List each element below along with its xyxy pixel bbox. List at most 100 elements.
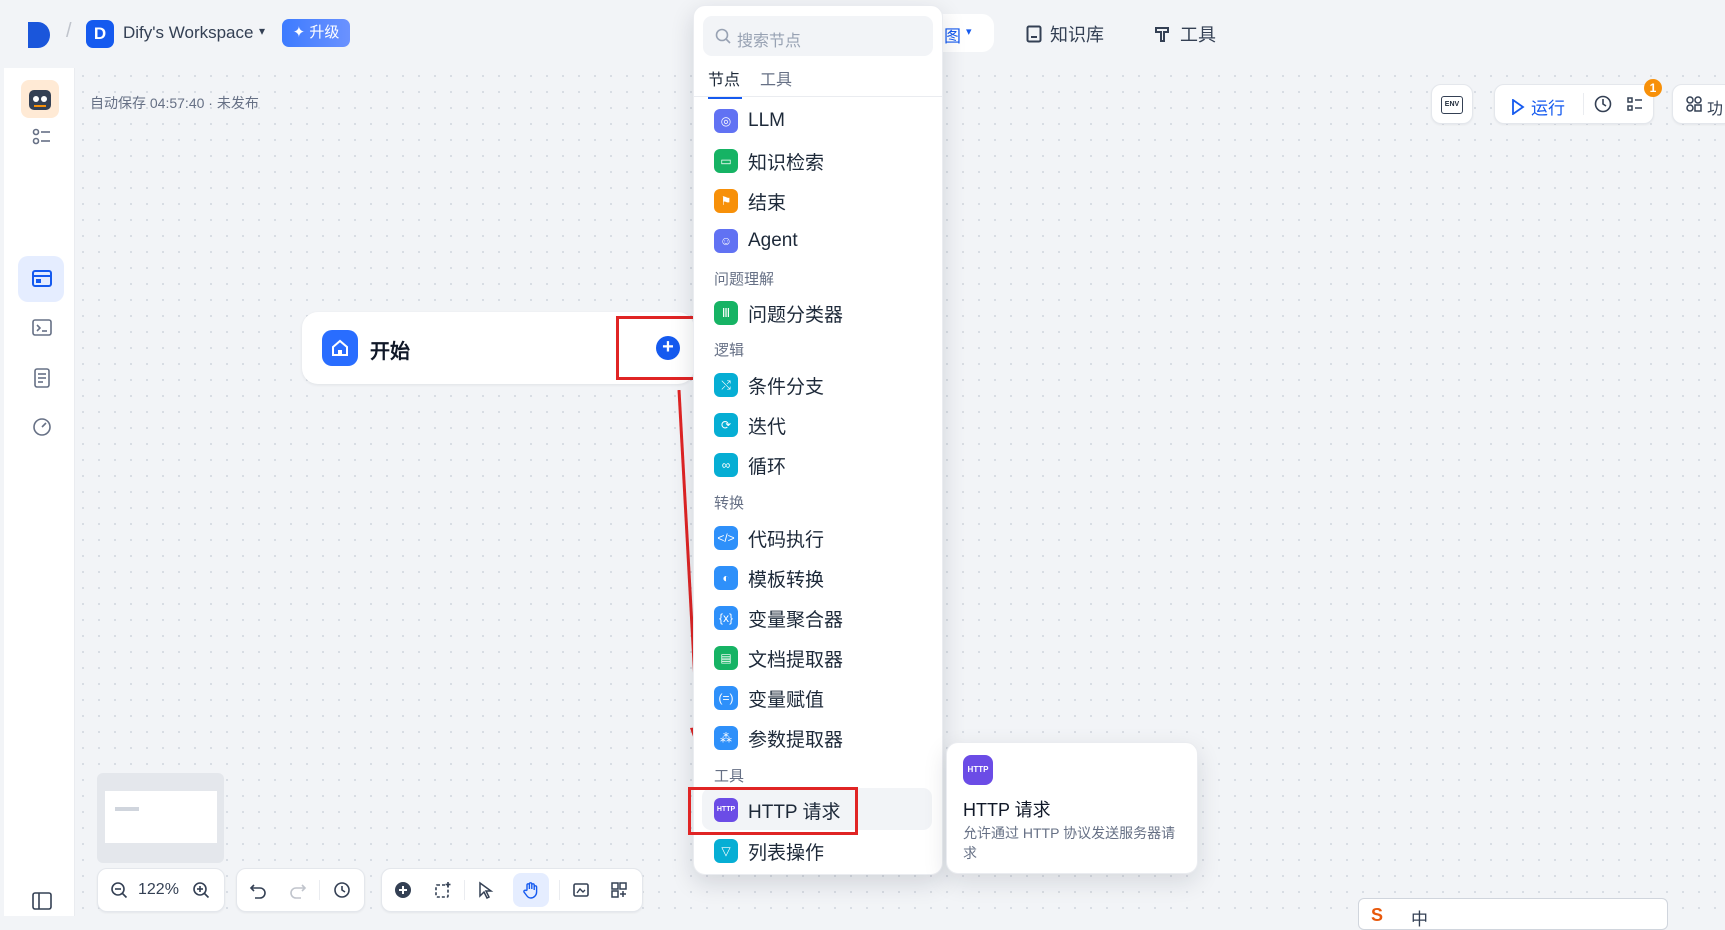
zoom-control: 122%: [97, 868, 225, 912]
tab-nodes[interactable]: 节点: [708, 66, 743, 99]
document-icon[interactable]: [31, 367, 53, 389]
list-item-docextract[interactable]: ▤ 文档提取器: [714, 642, 843, 674]
nav-tools-label: 工具: [1180, 25, 1216, 45]
list-item-loop[interactable]: ∞ 循环: [714, 449, 786, 481]
features-button[interactable]: 功: [1672, 84, 1725, 124]
home-icon: [322, 330, 358, 366]
section-transform: 转换: [714, 495, 745, 512]
section-tools: 工具: [714, 768, 745, 785]
book-open-icon: ▭: [714, 149, 738, 173]
flag-icon: ⚑: [714, 189, 738, 213]
play-icon: [1512, 98, 1525, 115]
list-item-classifier[interactable]: Ⅲ 问题分类器: [714, 297, 843, 329]
item-label: 参数提取器: [748, 729, 844, 751]
minimap-node: [115, 807, 139, 811]
divider: [694, 96, 942, 97]
nav-tools[interactable]: 工具: [1154, 21, 1216, 47]
run-button[interactable]: 运行: [1511, 94, 1565, 119]
variable-icon: {x}: [714, 606, 738, 630]
features-label: 功: [1707, 101, 1724, 118]
zoom-level[interactable]: 122%: [138, 881, 179, 899]
organize-blocks-icon[interactable]: [610, 881, 628, 899]
autosave-status: 自动保存 04:57:40 · 未发布: [90, 95, 259, 111]
list-item-ifelse[interactable]: ⤭ 条件分支: [714, 369, 824, 401]
minimap-viewport: [105, 791, 217, 843]
list-item-agent[interactable]: ☺ Agent: [714, 225, 798, 257]
item-label: 变量赋值: [748, 689, 825, 711]
tooltip-title: HTTP 请求: [963, 800, 1051, 820]
undo-icon[interactable]: [249, 881, 267, 899]
search-icon: [715, 28, 731, 44]
upgrade-button[interactable]: ✦ 升级: [282, 19, 350, 47]
dify-logo-icon[interactable]: [26, 20, 52, 50]
item-label: 条件分支: [748, 376, 825, 398]
gauge-icon[interactable]: [31, 416, 53, 438]
sidebar-toggle-icon[interactable]: [31, 890, 53, 912]
history-run-icon[interactable]: [1593, 94, 1613, 114]
refresh-icon: ⟳: [714, 413, 738, 437]
divider: [559, 880, 560, 900]
code-icon: </>: [714, 526, 738, 550]
list-item-llm[interactable]: ◎ LLM: [714, 105, 785, 137]
list-item-iteration[interactable]: ⟳ 迭代: [714, 409, 786, 441]
node-tooltip: HTTP HTTP 请求 允许通过 HTTP 协议发送服务器请求: [946, 742, 1198, 874]
redo-icon[interactable]: [289, 881, 307, 899]
search-placeholder: 搜索节点: [737, 33, 802, 50]
nav-studio-label: 图: [944, 27, 961, 46]
checklist-icon[interactable]: [1625, 94, 1645, 114]
chevron-down-icon[interactable]: ▾: [259, 24, 265, 38]
version-history-icon[interactable]: [333, 881, 351, 899]
template-icon: ◐: [714, 566, 738, 590]
item-label: 问题分类器: [748, 304, 844, 326]
features-icon: [1686, 96, 1702, 112]
run-label: 运行: [1531, 99, 1565, 118]
param-extract-icon: ⁂: [714, 726, 738, 750]
tab-tools[interactable]: 工具: [760, 66, 792, 90]
workspace-avatar[interactable]: D: [86, 20, 114, 48]
node-picker-popup: 搜索节点 节点 工具 ◎ LLM ▭ 知识检索 ⚑ 结束 ☺ Agent 问题理解 Ⅲ问…: [693, 5, 943, 875]
filter-icon: ▽: [714, 839, 738, 863]
list-item-template[interactable]: ◐ 模板转换: [714, 562, 824, 594]
zoom-out-icon[interactable]: [110, 881, 128, 899]
hammer-icon: [1155, 27, 1169, 42]
item-label: 循环: [748, 456, 787, 478]
ime-mode[interactable]: 中: [1411, 905, 1428, 930]
add-note-icon[interactable]: [434, 881, 452, 899]
item-label: 模板转换: [748, 569, 825, 591]
popup-tabs: 节点 工具: [708, 66, 792, 99]
hand-icon: [523, 882, 538, 899]
item-label: Agent: [748, 230, 798, 251]
list-item-aggregator[interactable]: {x} 变量聚合器: [714, 602, 843, 634]
hand-tool-button[interactable]: [513, 873, 549, 907]
start-node-title: 开始: [370, 341, 410, 363]
settings-sliders-icon[interactable]: [31, 126, 53, 148]
nav-knowledge[interactable]: 知识库: [1026, 21, 1104, 47]
list-item-param[interactable]: ⁂ 参数提取器: [714, 722, 843, 754]
minimap[interactable]: [97, 773, 224, 863]
app-avatar[interactable]: [21, 80, 59, 118]
pointer-icon[interactable]: [476, 881, 494, 899]
assign-icon: (=): [714, 686, 738, 710]
list-item-knowledge[interactable]: ▭ 知识检索: [714, 145, 824, 177]
canvas-tools: [381, 868, 643, 912]
section-logic: 逻辑: [714, 342, 745, 359]
terminal-icon[interactable]: [31, 317, 53, 339]
env-button[interactable]: ENV: [1431, 84, 1473, 124]
add-node-icon[interactable]: [394, 881, 412, 899]
export-image-icon[interactable]: [572, 881, 590, 899]
doc-extract-icon: ▤: [714, 646, 738, 670]
list-item-end[interactable]: ⚑ 结束: [714, 185, 786, 217]
divider: [319, 880, 320, 900]
list-item-listop[interactable]: ▽ 列表操作: [714, 835, 824, 867]
list-item-code[interactable]: </> 代码执行: [714, 522, 824, 554]
zoom-in-icon[interactable]: [192, 881, 210, 899]
breadcrumb-separator: /: [66, 20, 72, 42]
robot-icon: [29, 90, 51, 110]
search-input[interactable]: 搜索节点: [703, 16, 933, 56]
agent-icon: ☺: [714, 229, 738, 253]
list-item-assign[interactable]: (=) 变量赋值: [714, 682, 824, 714]
ime-toolbar: S 中: [1358, 898, 1668, 930]
section-question: 问题理解: [714, 271, 775, 288]
workspace-name[interactable]: Dify's Workspace: [123, 23, 253, 43]
history-control: [236, 868, 365, 912]
